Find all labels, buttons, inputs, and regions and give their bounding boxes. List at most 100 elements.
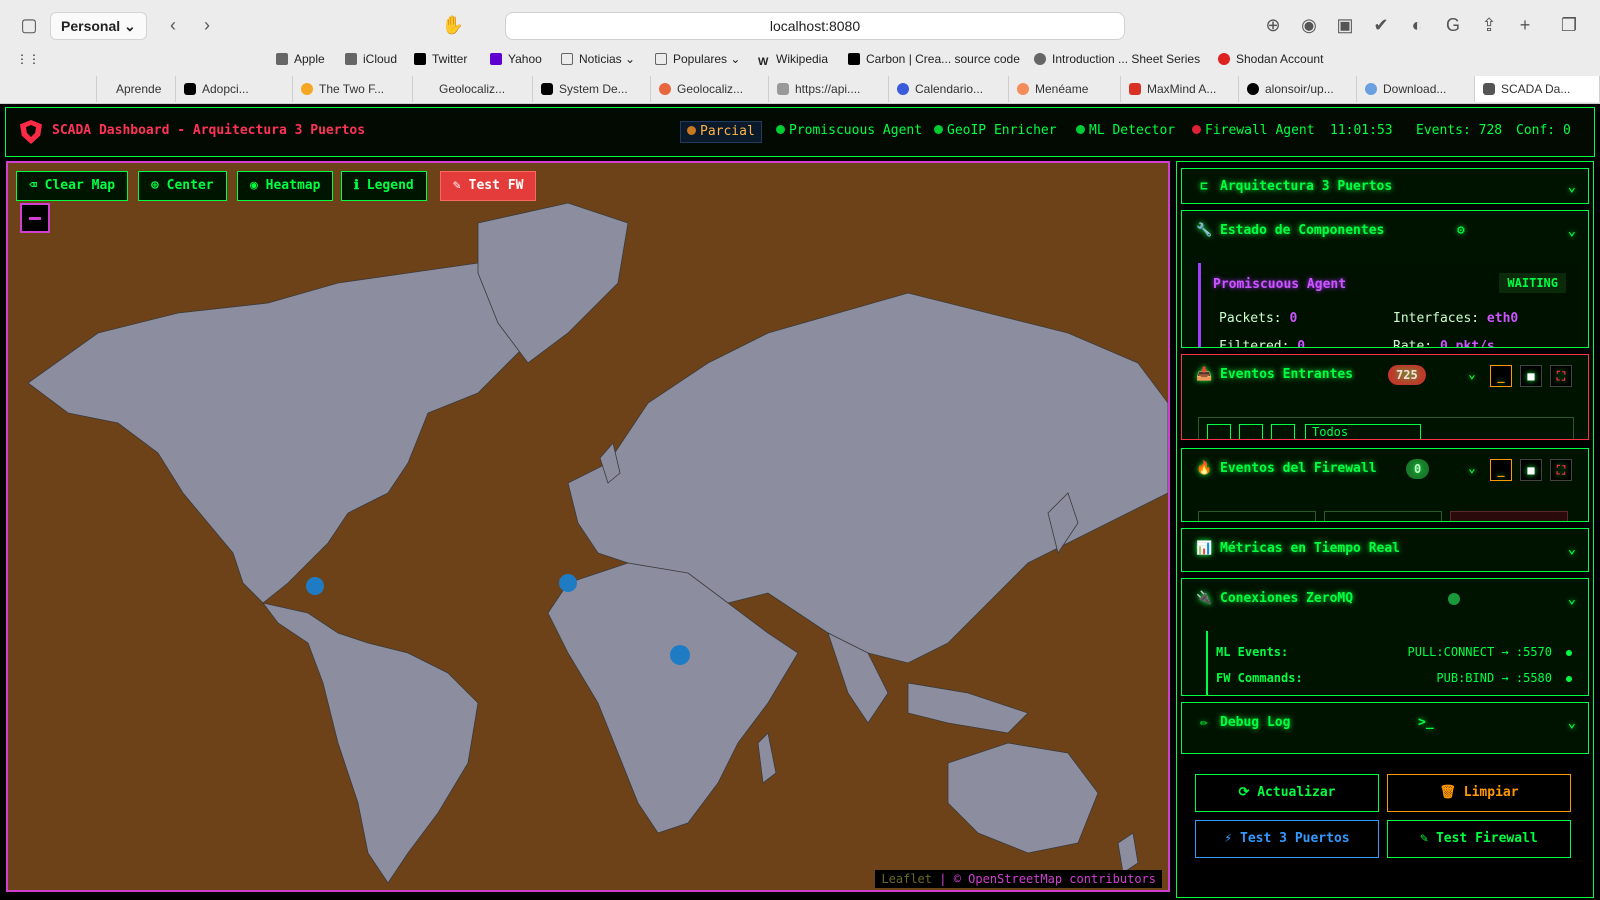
extension-icon[interactable]: ◉	[1296, 12, 1322, 38]
metrics-section[interactable]: 📊 Métricas en Tiempo Real ⌄	[1181, 528, 1589, 572]
section-header[interactable]: ⊏ Arquitectura 3 Puertos ⌄	[1182, 169, 1588, 203]
privacy-icon[interactable]: ✋	[440, 12, 466, 38]
section-header[interactable]: ✏ Debug Log >_ ⌄	[1182, 703, 1588, 743]
minimize-button[interactable]: _	[1490, 459, 1512, 481]
tab-calendario[interactable]: Calendario...	[889, 76, 1009, 102]
tab-github[interactable]: alonsoir/up...	[1239, 76, 1357, 102]
check-extension-icon[interactable]: ✔	[1368, 12, 1394, 38]
address-bar[interactable]: localhost:8080	[505, 12, 1125, 40]
download-icon[interactable]: ⊕	[1260, 12, 1286, 38]
chevron-down-icon[interactable]: ⌄	[1568, 529, 1576, 569]
agent-label: GeoIP Enricher	[947, 123, 1057, 138]
translate-icon[interactable]: ▣	[1332, 12, 1358, 38]
new-tab-icon[interactable]: +	[1512, 12, 1538, 38]
bookmark-noticias[interactable]: Noticias ⌄	[561, 52, 635, 66]
clear-button[interactable]: 🗑 Limpiar	[1387, 774, 1571, 812]
firewall-tab[interactable]	[1324, 511, 1442, 521]
leaflet-link[interactable]: Leaflet	[881, 872, 932, 886]
section-header[interactable]: 📊 Métricas en Tiempo Real ⌄	[1182, 529, 1588, 569]
osm-link[interactable]: | © OpenStreetMap contributors	[939, 872, 1156, 886]
tab-geolocaliz-2[interactable]: Geolocaliz...	[651, 76, 769, 102]
map-canvas[interactable]	[8, 163, 1168, 890]
chevron-down-icon[interactable]: ⌄	[1568, 703, 1576, 743]
tab-label: MaxMind A...	[1147, 82, 1217, 96]
world-map[interactable]: ⌫ Clear Map ⊕ Center ◉ Heatmap ℹ Legend …	[6, 161, 1170, 892]
heatmap-button[interactable]: ◉ Heatmap	[237, 171, 334, 201]
url-text: localhost:8080	[769, 18, 861, 34]
tab-scada-active[interactable]: SCADA Da...	[1475, 76, 1600, 102]
tab-geolocaliz-1[interactable]: Geolocaliz...	[413, 76, 533, 102]
section-header[interactable]: 🔥 Eventos del Firewall 0 ⌄ _ ■ ⛶	[1182, 449, 1588, 489]
bookmark-populares[interactable]: Populares ⌄	[655, 52, 740, 66]
bookmark-wikipedia[interactable]: W Wikipedia	[758, 52, 828, 68]
center-button[interactable]: ⊕ Center	[138, 171, 227, 201]
apps-grid-icon[interactable]: ⋮⋮	[16, 52, 40, 66]
chevron-down-icon[interactable]: ⌄	[1568, 169, 1576, 203]
chevron-down-icon[interactable]: ⌄	[1568, 579, 1576, 619]
firewall-tab[interactable]	[1198, 511, 1316, 521]
tab-aprende[interactable]	[0, 76, 97, 102]
toggle-extension-icon[interactable]: ◐	[1404, 12, 1430, 38]
back-icon[interactable]: ‹	[160, 12, 186, 38]
gears-icon[interactable]: ⚙	[1457, 211, 1465, 251]
plug-icon: 🔌	[1196, 591, 1213, 606]
legend-button[interactable]: ℹ Legend	[341, 171, 427, 201]
sidebar-toggle-icon[interactable]: ▢	[16, 12, 42, 38]
tab-system-de[interactable]: System De...	[533, 76, 651, 102]
chevron-down-icon[interactable]: ⌄	[1568, 211, 1576, 251]
minimize-button[interactable]: _	[1490, 365, 1512, 387]
tab-download[interactable]: Download...	[1357, 76, 1475, 102]
geo-event-marker[interactable]	[306, 577, 324, 595]
trash-icon[interactable]	[1207, 424, 1231, 439]
tab-adopci[interactable]: Adopci...	[176, 76, 293, 102]
grammarly-icon[interactable]: G	[1440, 12, 1466, 38]
tab-label: Adopci...	[202, 82, 249, 96]
fullscreen-button[interactable]: ⛶	[1550, 459, 1572, 481]
refresh-button[interactable]: ⟳ Actualizar	[1195, 774, 1379, 812]
maximize-button[interactable]: ■	[1520, 365, 1542, 387]
bookmark-introduction[interactable]: Introduction ... Sheet Series	[1034, 52, 1200, 66]
section-header[interactable]: 📥 Eventos Entrantes 725 ⌄ _ ■ ⛶	[1182, 355, 1588, 395]
stat-label: Rate:	[1393, 339, 1433, 348]
test-3-ports-button[interactable]: ⚡ Test 3 Puertos	[1195, 820, 1379, 858]
section-header[interactable]: 🔌 Conexiones ZeroMQ ⌄	[1182, 579, 1588, 619]
tab-aprende[interactable]: Aprende	[90, 76, 176, 102]
tab-meneame[interactable]: Menéame	[1009, 76, 1121, 102]
firewall-tab[interactable]	[1450, 511, 1568, 521]
zoom-out-button[interactable]	[20, 203, 50, 233]
debug-log-section[interactable]: ✏ Debug Log >_ ⌄	[1181, 702, 1589, 754]
edit-icon[interactable]	[1271, 424, 1295, 439]
meneame-icon	[1017, 83, 1029, 95]
terminal-icon[interactable]: >_	[1418, 703, 1434, 743]
bookmark-twitter[interactable]: Twitter	[414, 52, 467, 66]
bookmark-carbon[interactable]: Carbon | Crea... source code	[848, 52, 1020, 66]
page-title: SCADA Dashboard - Arquitectura 3 Puertos	[52, 123, 366, 138]
fullscreen-button[interactable]: ⛶	[1550, 365, 1572, 387]
chevron-down-icon[interactable]: ⌄	[1468, 355, 1476, 395]
section-header[interactable]: 🔧 Estado de Componentes ⚙ ⌄	[1182, 211, 1588, 251]
button-label: Test FW	[468, 178, 524, 193]
bookmark-shodan[interactable]: Shodan Account	[1218, 52, 1323, 66]
tab-maxmind[interactable]: MaxMind A...	[1121, 76, 1239, 102]
events-toolbar: Todos	[1198, 417, 1574, 439]
stat-value: 0	[1297, 339, 1306, 348]
chevron-down-icon[interactable]: ⌄	[1468, 449, 1476, 489]
test-firewall-button[interactable]: ✎ Test Firewall	[1387, 820, 1571, 858]
bookmark-icloud[interactable]: iCloud	[345, 52, 397, 66]
share-icon[interactable]: ⇪	[1476, 12, 1502, 38]
test-fw-button[interactable]: ✎ Test FW	[440, 171, 537, 201]
bookmark-yahoo[interactable]: Yahoo	[490, 52, 542, 66]
tab-overview-icon[interactable]: ❐	[1556, 12, 1582, 38]
clear-map-button[interactable]: ⌫ Clear Map	[16, 171, 129, 201]
event-filter-select[interactable]: Todos	[1305, 424, 1421, 439]
profile-selector[interactable]: Personal ⌄	[50, 12, 147, 40]
pause-icon[interactable]	[1239, 424, 1263, 439]
geo-event-marker[interactable]	[670, 645, 690, 665]
maximize-button[interactable]: ■	[1520, 459, 1542, 481]
tab-two-f[interactable]: The Two F...	[293, 76, 413, 102]
forward-icon[interactable]: ›	[194, 12, 220, 38]
architecture-section[interactable]: ⊏ Arquitectura 3 Puertos ⌄	[1181, 168, 1589, 204]
geo-event-marker[interactable]	[559, 574, 577, 592]
bookmark-apple[interactable]: Apple	[276, 52, 325, 66]
tab-api[interactable]: https://api....	[769, 76, 889, 102]
